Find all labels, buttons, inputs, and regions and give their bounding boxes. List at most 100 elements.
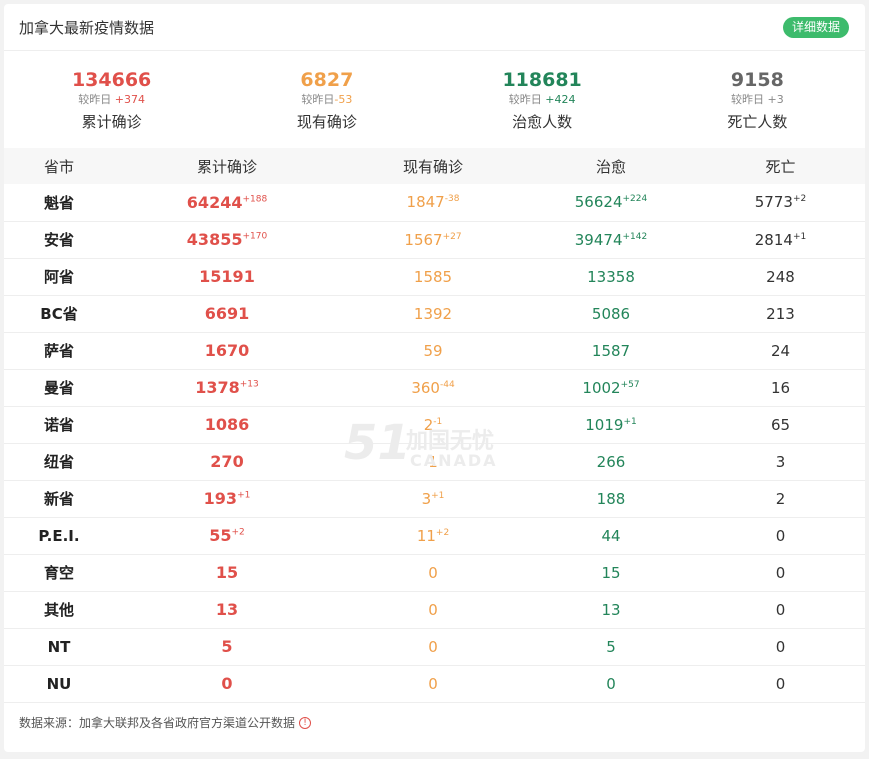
current-confirmed-cell: 0 [428,637,438,656]
recovered-cell: 1587 [591,341,631,360]
data-source-footer: 数据来源：加拿大联邦及各省政府官方渠道公开数据 ! [4,703,865,743]
stat-value: 9158 [730,69,784,91]
total-confirmed-cell: 1378+13 [195,378,259,397]
total-confirmed-cell: 15 [215,563,239,582]
stat-label: 现有确诊 [296,113,357,131]
stat-label: 死亡人数 [727,113,788,131]
province-cell: 新省 [43,490,74,508]
deaths-cell: 2814+1 [754,230,807,249]
stat-recovered: 118681 较昨日 +424 治愈人数 [435,69,650,148]
province-cell: 阿省 [43,268,74,286]
recovered-cell: 56624+224 [574,193,648,212]
stat-total-confirmed: 134666 较昨日 +374 累计确诊 [4,69,219,148]
table-row[interactable]: 阿省 15191 1585 13358 248 [4,258,865,295]
increment-badge: +188 [242,194,268,205]
total-confirmed-cell: 1670 [204,341,250,360]
province-cell: NT [47,637,71,656]
increment-badge: +13 [239,379,259,390]
table-header-row: 省市 累计确诊 现有确诊 治愈 死亡 [4,148,865,184]
table-row[interactable]: 新省 193+1 3+1 188 2 [4,480,865,517]
province-cell: 其他 [43,601,74,619]
table-row[interactable]: NT 5 0 5 0 [4,628,865,665]
deaths-cell: 24 [770,341,791,360]
province-cell: 萨省 [43,342,74,360]
total-confirmed-cell: 0 [221,674,233,693]
province-cell: BC省 [40,305,78,323]
total-confirmed-cell: 1086 [204,415,250,434]
table-row[interactable]: 纽省 270 1 266 3 [4,443,865,480]
detail-data-button[interactable]: 详细数据 [782,16,849,38]
epidemic-data-card: 加拿大最新疫情数据 详细数据 134666 较昨日 +374 累计确诊 6827… [4,4,865,752]
increment-badge: +2 [792,194,807,205]
deaths-cell: 0 [775,637,786,656]
recovered-cell: 266 [596,452,626,471]
province-table: 省市 累计确诊 现有确诊 治愈 死亡 魁省 64244+188 1847-38 566… [4,148,865,703]
col-header-province[interactable]: 省市 [4,148,114,184]
current-confirmed-cell: 0 [428,600,438,619]
page-title: 加拿大最新疫情数据 [19,18,155,37]
table-row[interactable]: 魁省 64244+188 1847-38 56624+224 5773+2 [4,184,865,221]
stat-value: 134666 [71,69,152,91]
stat-compare-value: -53 [334,93,353,106]
recovered-cell: 13 [601,600,621,619]
current-confirmed-cell: 1392 [413,304,453,323]
col-header-current-confirmed[interactable]: 现有确诊 [340,148,526,184]
current-confirmed-cell: 360-44 [411,378,455,397]
deaths-cell: 248 [766,267,795,286]
recovered-cell: 44 [601,526,621,545]
total-confirmed-cell: 43855+170 [186,230,268,249]
table-row[interactable]: 曼省 1378+13 360-44 1002+57 16 [4,369,865,406]
province-cell: NU [46,674,72,693]
deaths-cell: 0 [775,563,786,582]
total-confirmed-cell: 5 [221,637,233,656]
stat-deaths: 9158 较昨日 +3 死亡人数 [650,69,865,148]
col-header-total-confirmed[interactable]: 累计确诊 [114,148,340,184]
increment-badge: -1 [433,416,443,427]
col-header-recovered[interactable]: 治愈 [526,148,696,184]
increment-badge: +1 [792,231,807,242]
deaths-cell: 65 [770,415,791,434]
increment-badge: +1 [431,490,445,501]
recovered-cell: 188 [596,489,626,508]
total-confirmed-cell: 193+1 [203,489,251,508]
total-confirmed-cell: 270 [210,452,244,471]
current-confirmed-cell: 1 [428,452,438,471]
info-icon[interactable]: ! [299,716,312,729]
table-row[interactable]: 育空 15 0 15 0 [4,554,865,591]
current-confirmed-cell: 11+2 [416,526,450,545]
stat-label: 累计确诊 [81,113,142,131]
recovered-cell: 5086 [591,304,631,323]
table-row[interactable]: 安省 43855+170 1567+27 39474+142 2814+1 [4,221,865,258]
total-confirmed-cell: 64244+188 [186,192,268,212]
increment-badge: +170 [242,231,268,242]
stat-current-confirmed: 6827 较昨日-53 现有确诊 [219,69,434,148]
province-cell: 纽省 [43,453,74,471]
total-confirmed-cell: 15191 [199,267,255,286]
table-row[interactable]: P.E.I. 55+2 11+2 44 0 [4,517,865,554]
deaths-cell: 0 [775,674,786,693]
province-cell: 魁省 [43,193,74,212]
increment-badge: +2 [435,527,450,538]
recovered-cell: 5 [606,637,616,656]
increment-badge: -44 [439,379,455,390]
deaths-cell: 0 [775,600,786,619]
stat-compare: 较昨日 +3 [731,93,784,106]
total-confirmed-cell: 6691 [204,304,250,323]
recovered-cell: 1002+57 [582,378,640,397]
stat-value: 118681 [502,69,582,91]
province-cell: 育空 [43,564,74,582]
increment-badge: +142 [622,231,648,242]
table-row[interactable]: 萨省 1670 59 1587 24 [4,332,865,369]
table-row[interactable]: 诺省 1086 2-1 1019+1 65 [4,406,865,443]
table-row[interactable]: BC省 6691 1392 5086 213 [4,295,865,332]
deaths-cell: 3 [775,452,786,471]
col-header-deaths[interactable]: 死亡 [696,148,865,184]
increment-badge: +27 [442,231,462,242]
data-source-text: 数据来源：加拿大联邦及各省政府官方渠道公开数据 [19,716,296,730]
current-confirmed-cell: 0 [428,563,438,582]
table-row[interactable]: 其他 13 0 13 0 [4,591,865,628]
table-row[interactable]: NU 0 0 0 0 [4,665,865,702]
current-confirmed-cell: 3+1 [421,489,445,508]
deaths-cell: 213 [766,304,795,323]
current-confirmed-cell: 1567+27 [404,230,462,249]
